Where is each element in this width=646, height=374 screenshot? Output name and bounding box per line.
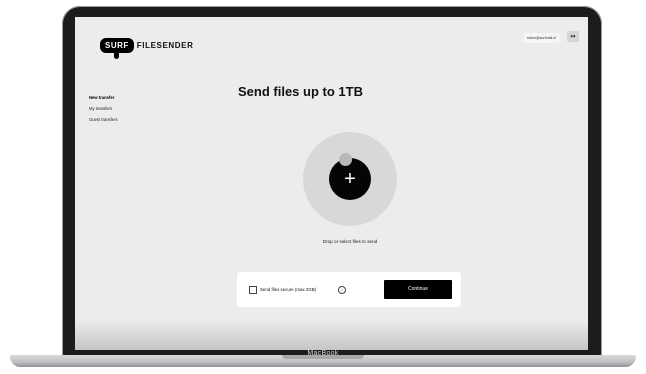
secure-checkbox[interactable] <box>249 286 257 294</box>
secure-label: Send files secure (max 2GB) <box>260 286 317 292</box>
sidebar-item-guest-transfers[interactable]: Guest transfers <box>89 114 118 125</box>
info-icon[interactable]: i <box>338 285 346 294</box>
file-dropzone[interactable]: + <box>303 132 397 226</box>
plus-icon: + <box>344 168 356 190</box>
page-title: Send files up to 1TB <box>238 84 363 99</box>
sidebar-item-my-transfers[interactable]: My transfers <box>89 103 118 114</box>
user-email[interactable]: ruben@surfmail.nl <box>522 33 560 43</box>
logo-name: FILESENDER <box>136 40 194 50</box>
logout-button[interactable]: ↦ <box>567 31 579 42</box>
device-label: MacBook <box>307 350 339 357</box>
add-files-button[interactable]: + <box>329 158 371 200</box>
screen-reflection <box>75 320 588 350</box>
surf-filesender-logo[interactable]: SURF FILESENDER <box>100 35 194 59</box>
continue-button[interactable]: Continue <box>384 280 452 299</box>
sidebar-nav: New transfer My transfers Guest transfer… <box>89 92 118 125</box>
dropzone-hint: Drop or select files to send <box>322 239 378 244</box>
add-indicator-dot <box>339 153 352 166</box>
app-screen: SURF FILESENDER ruben@surfmail.nl ↦ New … <box>75 17 588 350</box>
laptop-mockup: SURF FILESENDER ruben@surfmail.nl ↦ New … <box>0 0 646 374</box>
logo-badge: SURF <box>100 37 134 59</box>
logout-icon: ↦ <box>570 34 576 40</box>
transfer-options-panel: Send files secure (max 2GB) i Continue <box>237 272 461 307</box>
sidebar-item-new-transfer[interactable]: New transfer <box>89 92 118 103</box>
